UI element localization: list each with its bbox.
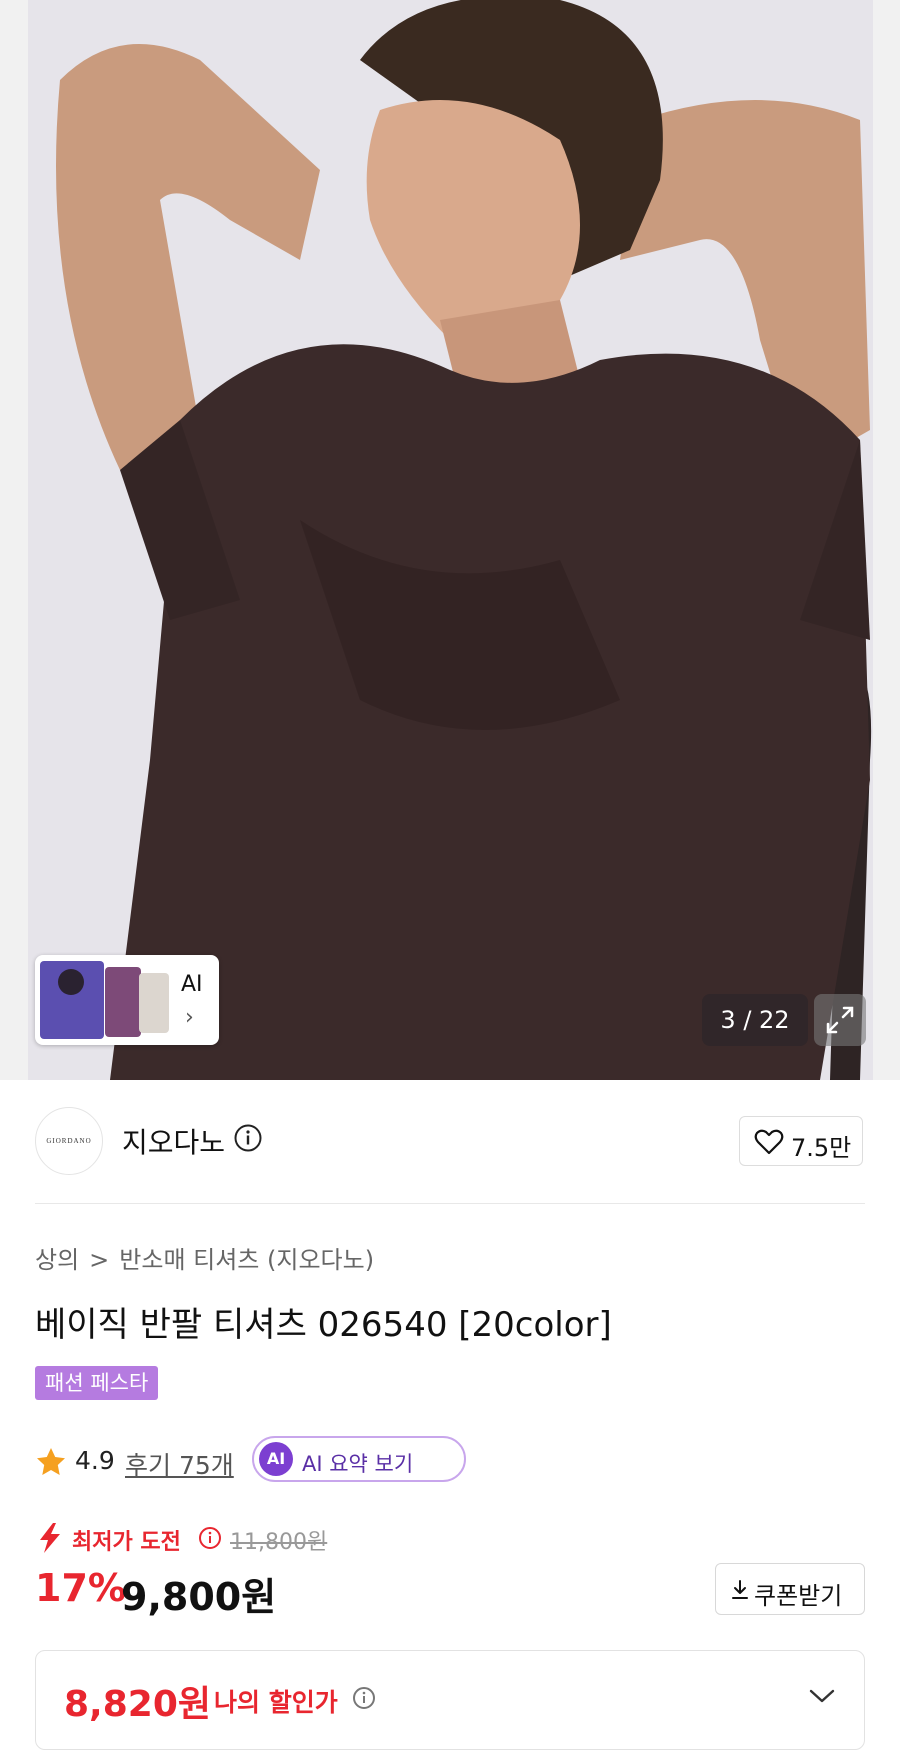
info-icon[interactable] [233,1123,263,1153]
product-gallery[interactable]: AI › 3 / 22 [0,0,900,1080]
coupon-button[interactable]: 쿠폰받기 [715,1563,865,1615]
sale-price: 9,800원 [121,1575,277,1619]
my-discount-label: 나의 할인가 [214,1688,338,1717]
rating-row: 4.9 후기 75개 AI AI 요약 보기 [35,1436,735,1484]
heart-icon [754,1129,784,1155]
original-price: 11,800원 [230,1530,328,1555]
favorite-count: 7.5만 [791,1134,852,1162]
favorite-button[interactable]: 7.5만 [739,1116,863,1166]
ai-badge: AI [259,1442,293,1476]
lowest-price-challenge: 최저가 도전 11,800원 [35,1522,535,1555]
breadcrumb-category[interactable]: 상의 [35,1246,79,1274]
lookbook-thumbnail [139,973,169,1033]
download-icon [732,1580,748,1599]
store-row: GIORDANO 지오다노 7.5만 [35,1105,865,1181]
breadcrumb: 상의 > 반소매 티셔츠 (지오다노) [35,1240,374,1275]
rating-score: 4.9 [75,1446,115,1475]
ai-summary-label: AI 요약 보기 [302,1452,414,1476]
ai-lookbook-card[interactable]: AI › [35,955,219,1045]
ai-label: AI [181,972,203,997]
product-photo [0,0,900,1080]
chevron-down-icon[interactable] [808,1687,836,1705]
bolt-icon [40,1523,60,1553]
discount-percent: 17% [35,1566,126,1610]
challenge-label: 최저가 도전 [72,1530,181,1555]
price-row: 17% 9,800원 [35,1564,535,1619]
product-title: 베이직 반팔 티셔츠 026540 [20color] [35,1305,612,1345]
expand-button[interactable] [814,994,866,1046]
reviews-link[interactable]: 후기 75개 [125,1446,234,1482]
divider [35,1203,865,1204]
coupon-label: 쿠폰받기 [754,1582,843,1610]
my-discount-panel[interactable]: 8,820원 나의 할인가 [35,1650,865,1750]
store-logo[interactable]: GIORDANO [35,1107,103,1175]
expand-icon [826,1006,854,1034]
store-name[interactable]: 지오다노 [122,1121,225,1161]
breadcrumb-separator: > [89,1246,110,1274]
ai-summary-button[interactable]: AI AI 요약 보기 [252,1436,466,1482]
breadcrumb-subcategory[interactable]: 반소매 티셔츠 (지오다노) [119,1246,374,1274]
image-counter: 3 / 22 [702,994,808,1046]
lookbook-thumbnail [105,967,141,1037]
my-discount-price: 8,820원 [64,1684,211,1725]
info-icon[interactable] [198,1526,222,1550]
chevron-right-icon: › [185,1005,194,1030]
lookbook-thumbnail [40,961,104,1039]
info-icon[interactable] [352,1686,376,1710]
promo-badge: 패션 페스타 [35,1366,159,1400]
star-icon [37,1448,65,1475]
